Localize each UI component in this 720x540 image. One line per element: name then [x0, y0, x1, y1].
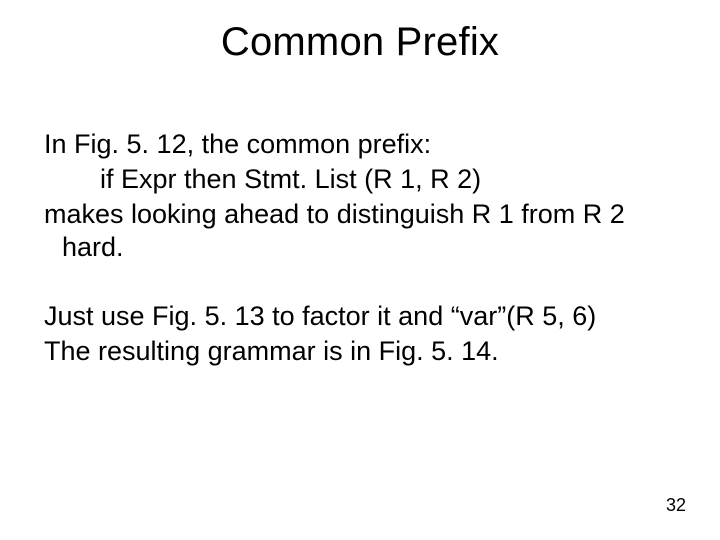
text-line: In Fig. 5. 12, the common prefix:	[44, 128, 684, 161]
text-line: if Expr then Stmt. List (R 1, R 2)	[44, 163, 684, 196]
slide-body: In Fig. 5. 12, the common prefix: if Exp…	[44, 128, 684, 370]
slide: Common Prefix In Fig. 5. 12, the common …	[0, 0, 720, 540]
text-line: Just use Fig. 5. 13 to factor it and “va…	[44, 300, 684, 333]
text-line: makes looking ahead to distinguish R 1 f…	[44, 198, 684, 264]
slide-title: Common Prefix	[0, 20, 720, 65]
paragraph-gap	[44, 266, 684, 300]
page-number: 32	[666, 495, 686, 516]
text-line: The resulting grammar is in Fig. 5. 14.	[44, 335, 684, 368]
